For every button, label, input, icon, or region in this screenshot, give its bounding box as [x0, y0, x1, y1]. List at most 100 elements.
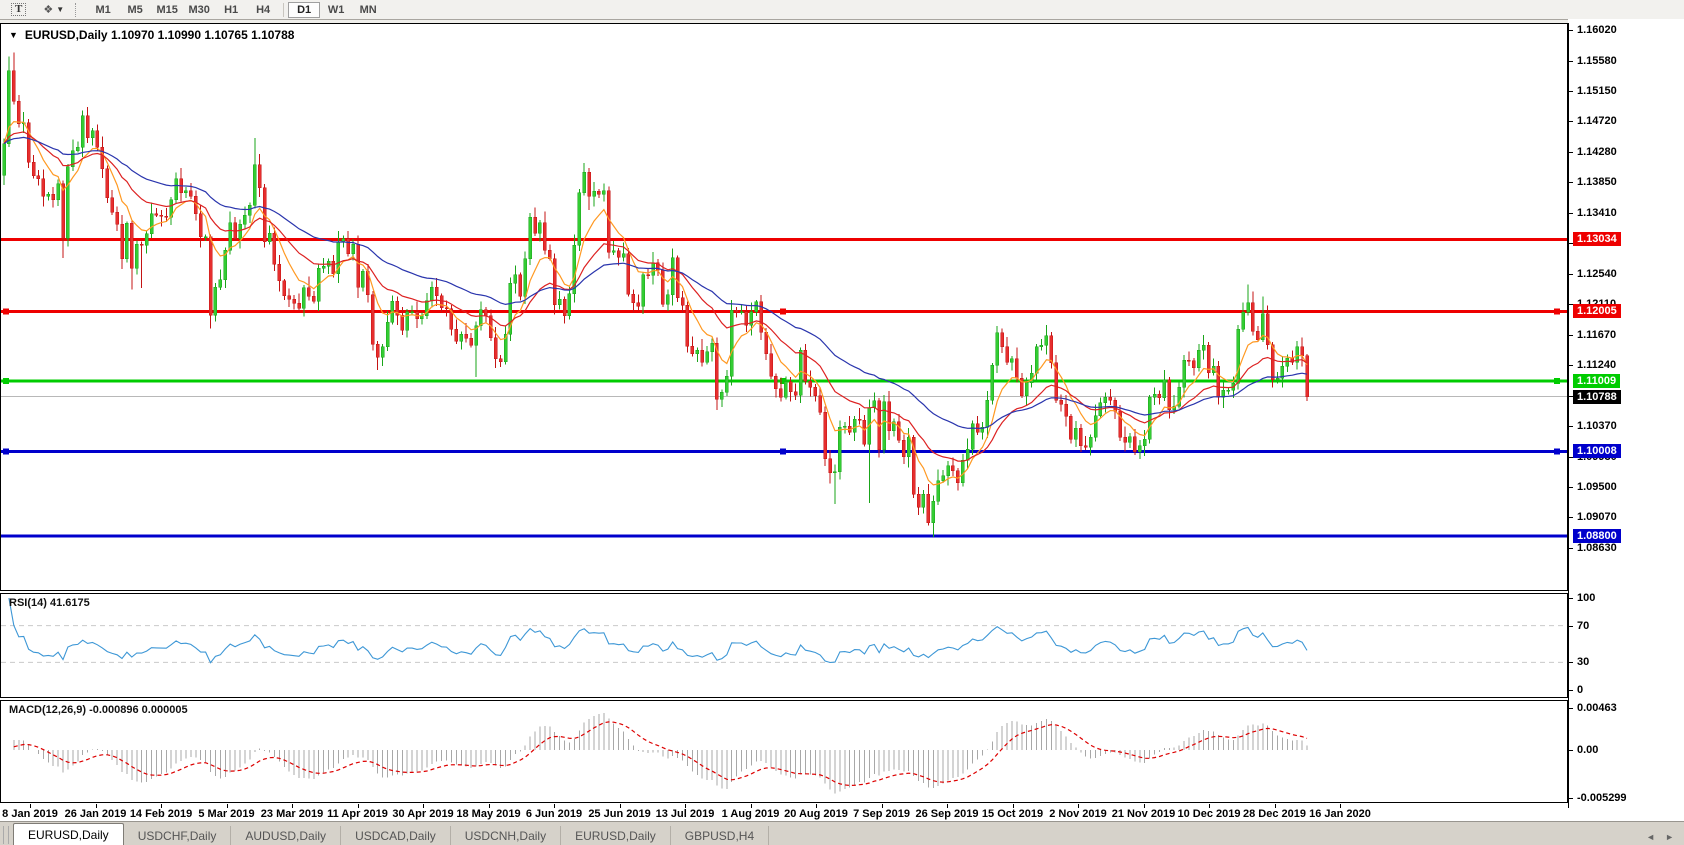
symbol-ohlc-readout: EURUSD,Daily 1.10970 1.10990 1.10765 1.1… — [25, 28, 295, 42]
chevron-down-icon[interactable]: ▼ — [56, 5, 63, 14]
rsi-plot[interactable] — [1, 594, 1567, 697]
rsi-pane[interactable]: RSI(14) 41.6175 — [0, 593, 1568, 698]
timeframe-button-h1[interactable]: H1 — [215, 2, 247, 18]
macd-pane[interactable]: MACD(12,26,9) -0.000896 0.000005 — [0, 700, 1568, 803]
candle-body — [76, 147, 79, 151]
candle-body — [1202, 345, 1205, 350]
candle-body — [288, 296, 291, 300]
timeframe-button-d1[interactable]: D1 — [288, 2, 320, 18]
arrange-windows-button[interactable]: ❖ ▼ — [40, 2, 66, 18]
timeframe-button-m1[interactable]: M1 — [87, 2, 119, 18]
timeframe-button-mn[interactable]: MN — [352, 2, 384, 18]
price-label: 1.16020 — [1577, 24, 1617, 36]
date-label: 23 Mar 2019 — [261, 808, 323, 820]
candle-body — [1133, 437, 1136, 452]
candle-body — [1183, 360, 1186, 387]
tab-usdchf-daily[interactable]: USDCHF,Daily — [124, 826, 232, 845]
chart-tab-bar: EURUSD,DailyUSDCHF,DailyAUDUSD,DailyUSDC… — [0, 821, 1684, 845]
hline-handle[interactable] — [1554, 308, 1560, 314]
candle-body — [322, 266, 325, 268]
candle-body — [342, 239, 345, 242]
price-axis[interactable]: 1.160201.155801.151501.147201.142801.138… — [1568, 19, 1684, 821]
price-label: 1.15150 — [1577, 85, 1617, 97]
candle-body — [863, 420, 866, 444]
candle-body — [401, 315, 404, 330]
price-label: 1.11670 — [1577, 329, 1616, 341]
timeframe-button-m30[interactable]: M30 — [183, 2, 215, 18]
candle-body — [1138, 446, 1141, 452]
candle-body — [1143, 439, 1146, 445]
price-pane[interactable]: ▼ EURUSD,Daily 1.10970 1.10990 1.10765 1… — [0, 23, 1568, 591]
candle-body — [140, 244, 143, 245]
date-label: 11 Apr 2019 — [327, 808, 388, 820]
candle-body — [1286, 358, 1289, 366]
timeframe-toolbar: M1M5M15M30H1H4 D1W1MN — [87, 2, 384, 18]
date-axis[interactable]: 8 Jan 201926 Jan 201914 Feb 20195 Mar 20… — [0, 804, 1568, 821]
candle-body — [1025, 383, 1028, 396]
candle-body — [386, 322, 389, 347]
date-label: 28 Dec 2019 — [1243, 808, 1306, 820]
tab-gbpusd-h4[interactable]: GBPUSD,H4 — [671, 826, 769, 845]
mt4-window: T ❖ ▼ M1M5M15M30H1H4 D1W1MN ▼ EURUSD,Dail… — [0, 0, 1684, 845]
hline-handle[interactable] — [780, 448, 786, 454]
timeframe-button-m5[interactable]: M5 — [119, 2, 151, 18]
candle-body — [843, 426, 846, 427]
arrange-windows-icon: ❖ — [43, 3, 52, 16]
tab-scroll-right-icon[interactable]: ► — [1665, 832, 1674, 842]
candle-body — [706, 352, 709, 363]
candlestick-plot[interactable] — [1, 24, 1567, 590]
candle-body — [1192, 361, 1195, 368]
candle-body — [1010, 359, 1013, 363]
candle-body — [229, 223, 232, 250]
timeframe-button-w1[interactable]: W1 — [320, 2, 352, 18]
text-tool-button[interactable]: T — [8, 2, 29, 18]
candle-body — [125, 223, 128, 258]
hline-handle[interactable] — [1554, 378, 1560, 384]
price-badge-1.11009: 1.11009 — [1573, 374, 1620, 388]
collapse-icon[interactable]: ▼ — [9, 30, 18, 40]
candle-body — [307, 288, 310, 296]
candle-body — [897, 422, 900, 440]
hline-handle[interactable] — [3, 308, 9, 314]
hline-handle[interactable] — [1554, 448, 1560, 454]
macd-plot[interactable] — [1, 701, 1567, 802]
candle-body — [1301, 347, 1304, 356]
candle-body — [538, 223, 541, 234]
candle-body — [278, 264, 281, 281]
tab-eurusd-daily[interactable]: EURUSD,Daily — [13, 823, 124, 845]
candle-body — [460, 334, 463, 341]
timeframe-button-m15[interactable]: M15 — [151, 2, 183, 18]
candle-body — [932, 501, 935, 523]
candle-body — [1065, 404, 1068, 416]
rsi-label: RSI(14) 41.6175 — [9, 597, 90, 609]
candle-body — [361, 271, 364, 287]
tab-scroll-left-icon[interactable]: ◄ — [1646, 832, 1655, 842]
candle-body — [455, 329, 458, 341]
tab-usdcnh-daily[interactable]: USDCNH,Daily — [451, 826, 561, 845]
candle-body — [947, 466, 950, 476]
text-tool-icon: T — [11, 3, 26, 16]
hline-handle[interactable] — [3, 448, 9, 454]
tab-usdcad-daily[interactable]: USDCAD,Daily — [341, 826, 451, 845]
price-label: 1.14280 — [1577, 146, 1617, 158]
tab-eurusd-daily[interactable]: EURUSD,Daily — [561, 826, 671, 845]
candle-body — [824, 412, 827, 459]
candle-body — [1045, 336, 1048, 346]
candle-body — [711, 343, 714, 351]
candle-body — [647, 275, 650, 276]
candle-body — [135, 244, 138, 268]
candle-body — [12, 71, 15, 102]
candle-body — [411, 312, 414, 313]
candle-body — [470, 338, 473, 345]
tab-audusd-daily[interactable]: AUDUSD,Daily — [231, 826, 341, 845]
candle-body — [3, 144, 6, 176]
candle-body — [627, 254, 630, 295]
candle-body — [681, 298, 684, 306]
timeframe-button-h4[interactable]: H4 — [247, 2, 279, 18]
candle-body — [1084, 446, 1087, 447]
candle-body — [907, 437, 910, 457]
hline-handle[interactable] — [780, 308, 786, 314]
candle-body — [219, 280, 222, 288]
hline-handle[interactable] — [3, 378, 9, 384]
candle-body — [347, 239, 350, 254]
